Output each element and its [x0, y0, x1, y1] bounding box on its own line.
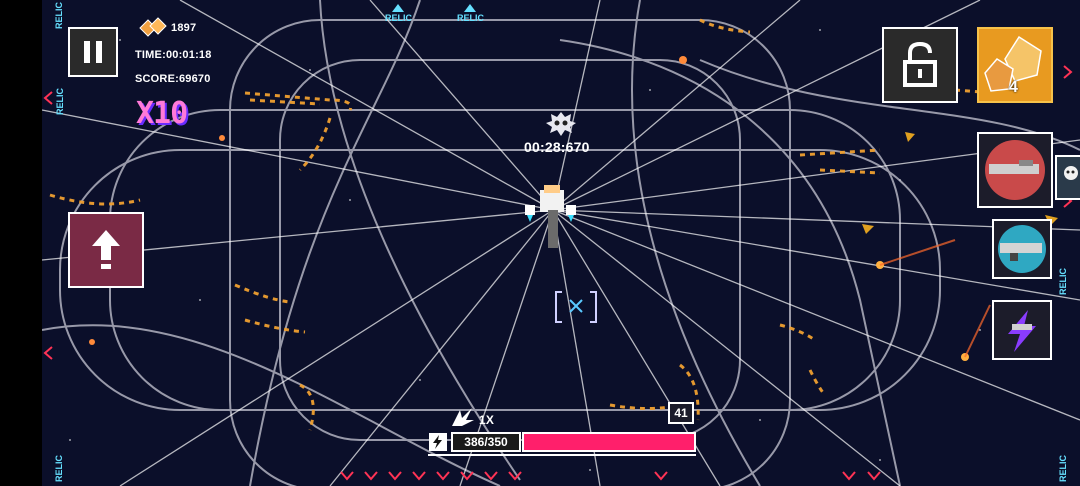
letterbox-left [0, 0, 42, 486]
energy-bar [522, 432, 696, 452]
aim-reticle [555, 291, 597, 323]
dice-count: 4 [1009, 79, 1018, 96]
level-badge: 41 [668, 402, 694, 424]
fire-multiplier: 1X [479, 413, 495, 427]
boss-skull-icon [546, 112, 576, 136]
gem-currency-icon [139, 17, 167, 37]
battery-icon [429, 433, 447, 451]
relic-marker-left-mid: RELIC [55, 88, 65, 115]
skull-icon [1064, 166, 1078, 180]
cannon-icon [998, 225, 1046, 273]
relic-marker-right-bottom: RELIC [1058, 455, 1068, 482]
boss-timer: 00:28:670 [524, 139, 590, 155]
energy-underline [428, 454, 696, 456]
weapon-slot-rocket[interactable] [977, 132, 1053, 208]
game-viewport[interactable]: RELIC RELIC RELIC RELIC RELIC RELIC RELI… [0, 0, 1080, 486]
weapon-slot-lightning[interactable] [992, 300, 1052, 360]
pause-button[interactable] [68, 27, 118, 77]
upgrade-button[interactable] [68, 212, 144, 288]
elapsed-time: TIME:00:01:18 [135, 49, 212, 61]
energy-value: 386/350 [464, 435, 508, 449]
relic-marker-right-mid: RELIC [1058, 268, 1068, 295]
relic-marker-top-2: RELIC [457, 13, 484, 23]
unlock-button[interactable] [882, 27, 958, 103]
top-relic-markers [392, 4, 476, 12]
arrow-up-icon [92, 230, 120, 269]
level-number: 41 [674, 406, 688, 420]
burst-icon [452, 408, 474, 426]
energy-bar-fill [524, 434, 694, 450]
combo-multiplier-badge: X10 [136, 96, 188, 131]
score: SCORE:69670 [135, 73, 211, 85]
pause-icon [84, 41, 102, 63]
bottom-warning-chevrons [340, 471, 881, 481]
weapon-slot-cannon[interactable] [992, 219, 1052, 279]
relic-marker-top-1: RELIC [385, 13, 412, 23]
energy-readout: 386/350 [451, 432, 521, 452]
unlock-icon [903, 41, 937, 87]
rocket-launcher-icon [985, 140, 1045, 200]
currency-count: 1897 [171, 22, 197, 34]
skull-item-partial [1055, 155, 1080, 200]
lightning-icon [1008, 310, 1036, 352]
relic-marker-left-bottom: RELIC [54, 455, 64, 482]
dice-item-slot[interactable]: 4 [977, 27, 1053, 103]
relic-marker-left-top: RELIC [54, 2, 64, 29]
